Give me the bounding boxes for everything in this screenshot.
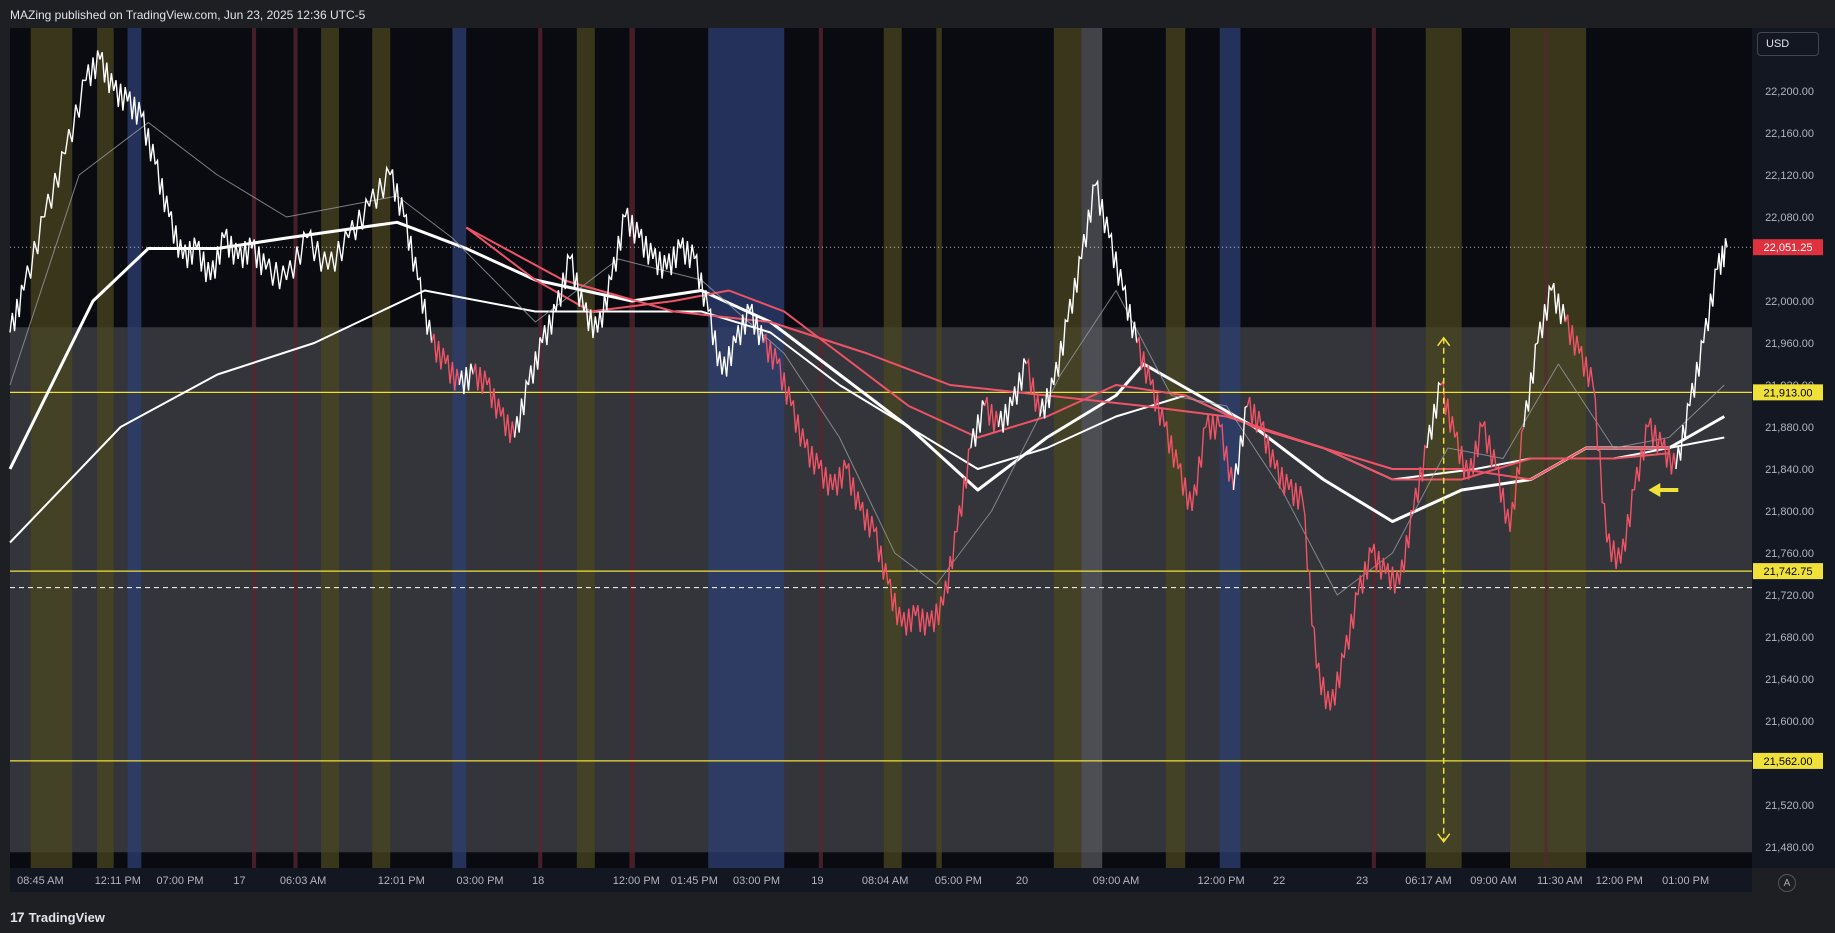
time-tick-label: 06:17 AM bbox=[1405, 875, 1451, 887]
time-tick-label: 09:00 AM bbox=[1093, 875, 1139, 887]
session-band bbox=[127, 28, 142, 868]
time-tick-label: 08:45 AM bbox=[17, 875, 63, 887]
time-tick-label: 01:00 PM bbox=[1662, 875, 1709, 887]
time-tick-label: 01:45 PM bbox=[671, 875, 718, 887]
price-tick-label: 21,480.00 bbox=[1765, 842, 1814, 854]
session-band bbox=[708, 28, 785, 868]
time-tick-label: 17 bbox=[233, 875, 245, 887]
time-tick-label: 05:00 PM bbox=[935, 875, 982, 887]
tradingview-logo-icon: 17 bbox=[10, 909, 25, 925]
session-band bbox=[321, 28, 340, 868]
session-band bbox=[936, 28, 942, 868]
price-tick-label: 21,720.00 bbox=[1765, 590, 1814, 602]
price-tick-label: 21,760.00 bbox=[1765, 548, 1814, 560]
price-tick-label: 22,120.00 bbox=[1765, 170, 1814, 182]
price-tick-label: 21,880.00 bbox=[1765, 422, 1814, 434]
session-band bbox=[883, 28, 902, 868]
session-band bbox=[629, 28, 635, 868]
time-tick-label: 11:30 AM bbox=[1537, 875, 1583, 887]
time-tick-label: 20 bbox=[1016, 875, 1028, 887]
price-tick-label: 21,600.00 bbox=[1765, 716, 1814, 728]
price-tick-label: 21,840.00 bbox=[1765, 464, 1814, 476]
time-tick-label: 12:01 PM bbox=[378, 875, 425, 887]
price-tick-label: 21,680.00 bbox=[1765, 632, 1814, 644]
session-band bbox=[576, 28, 595, 868]
price-tick-label: 22,000.00 bbox=[1765, 296, 1814, 308]
session-band bbox=[251, 28, 257, 868]
session-band bbox=[1544, 28, 1548, 868]
currency-selector[interactable]: USD bbox=[1757, 32, 1819, 56]
brand-name: TradingView bbox=[28, 909, 105, 925]
price-tick-label: 21,640.00 bbox=[1765, 674, 1814, 686]
time-tick-label: 07:00 PM bbox=[157, 875, 204, 887]
session-band bbox=[1371, 28, 1376, 868]
time-tick-label: 19 bbox=[811, 875, 823, 887]
tradingview-brand: 17 TradingView bbox=[10, 909, 105, 925]
session-band bbox=[538, 28, 543, 868]
time-tick-label: 12:00 PM bbox=[1198, 875, 1245, 887]
session-band bbox=[293, 28, 298, 868]
time-tick-label: 03:00 PM bbox=[457, 875, 504, 887]
price-tick-label: 21,800.00 bbox=[1765, 506, 1814, 518]
price-level-badge-label: 21,742.75 bbox=[1764, 566, 1813, 578]
session-band bbox=[1510, 28, 1587, 868]
session-band bbox=[1053, 28, 1082, 868]
time-tick-label: 12:00 PM bbox=[1596, 875, 1643, 887]
session-band bbox=[818, 28, 823, 868]
time-tick-label: 23 bbox=[1356, 875, 1368, 887]
price-level-badge-label: 21,562.00 bbox=[1764, 756, 1813, 768]
time-tick-label: 22 bbox=[1273, 875, 1285, 887]
time-tick-label: 12:11 PM bbox=[95, 875, 141, 887]
time-tick-label: 09:00 AM bbox=[1470, 875, 1516, 887]
session-band bbox=[372, 28, 391, 868]
price-tick-label: 21,960.00 bbox=[1765, 338, 1814, 350]
time-tick-label: 03:00 PM bbox=[733, 875, 780, 887]
time-tick-label: 18 bbox=[532, 875, 544, 887]
auto-scale-icon[interactable]: A bbox=[1778, 874, 1796, 892]
time-tick-label: 06:03 AM bbox=[280, 875, 326, 887]
price-axis bbox=[1752, 28, 1835, 868]
price-level-badge-label: 21,913.00 bbox=[1764, 387, 1813, 399]
price-chart[interactable]: 22,240.0022,200.0022,160.0022,120.0022,0… bbox=[0, 0, 1835, 933]
price-tick-label: 21,520.00 bbox=[1765, 800, 1814, 812]
time-tick-label: 12:00 PM bbox=[613, 875, 660, 887]
session-band bbox=[452, 28, 467, 868]
price-tick-label: 22,080.00 bbox=[1765, 212, 1814, 224]
last-price-label: 22,051.25 bbox=[1764, 242, 1813, 254]
time-tick-label: 08:04 AM bbox=[862, 875, 908, 887]
price-tick-label: 22,200.00 bbox=[1765, 86, 1814, 98]
session-band bbox=[1081, 28, 1103, 868]
price-tick-label: 22,160.00 bbox=[1765, 128, 1814, 140]
